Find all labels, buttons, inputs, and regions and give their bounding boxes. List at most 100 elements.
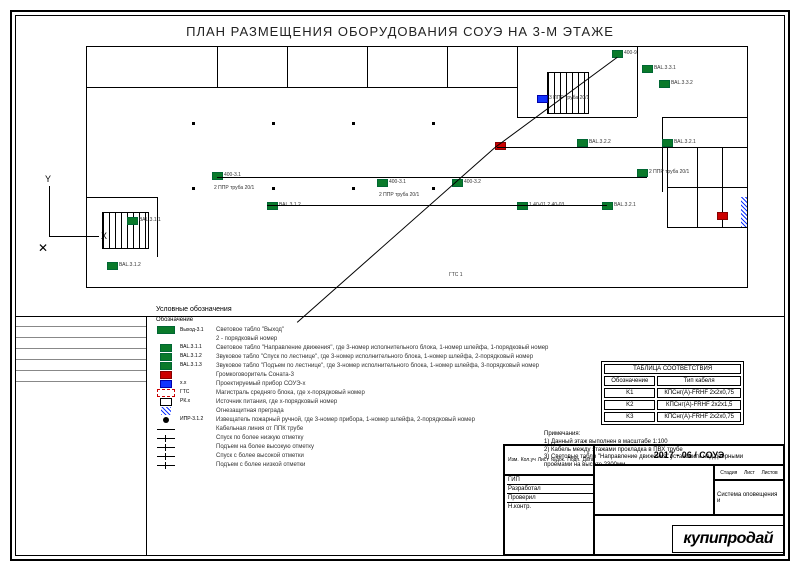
- device-icon: [212, 172, 223, 180]
- legend-symbol-icon: [156, 417, 176, 424]
- legend-code: Выход-3.1: [180, 328, 216, 334]
- legend-row: Громкоговоритель Соната-3: [156, 372, 548, 379]
- cable-line: [495, 57, 618, 148]
- device-label: ВАL.3.3.2: [671, 80, 693, 86]
- legend-row: Выход-3.1Световое табло "Выход": [156, 327, 548, 334]
- device-icon: [637, 169, 648, 177]
- legend-text: Магистраль средняго блока, где х-порядко…: [216, 390, 365, 397]
- legend-row: Кабельная линия от ППК трубе: [156, 426, 548, 433]
- system-name: Система оповещения и: [714, 480, 784, 515]
- legend-symbol-icon: [156, 381, 176, 388]
- table-row: K3КПСнг(А)-FRHF 2x2x0,75: [604, 412, 741, 422]
- device-icon: [107, 262, 118, 270]
- legend-symbol-icon: [156, 372, 176, 379]
- device-icon: [127, 217, 138, 225]
- legend-text: Спуск по более низкую отметку: [216, 435, 303, 442]
- device-icon: [377, 179, 388, 187]
- compliance-table: ТАБЛИЦА СООТВЕТСТВИЯ Обозначение Тип каб…: [601, 361, 744, 425]
- compliance-title: ТАБЛИЦА СООТВЕТСТВИЯ: [604, 364, 741, 374]
- cable-line: [267, 205, 607, 206]
- legend-symbol-icon: [156, 363, 176, 370]
- device-icon: [517, 202, 528, 210]
- compliance-header: Тип кабеля: [657, 376, 741, 386]
- legend-code: ВАL.3.1.3: [180, 363, 216, 369]
- plan-title: ПЛАН РАЗМЕЩЕНИЯ ОБОРУДОВАНИЯ СОУЭ НА 3-М…: [16, 24, 784, 39]
- revision-column: [16, 316, 146, 555]
- legend-text: Подъем с более низкой отметки: [216, 462, 305, 469]
- device-icon: [642, 65, 653, 73]
- device-icon: [662, 139, 673, 147]
- legend-text: Извещатель пожарный ручной, где 3-номер …: [216, 417, 475, 424]
- legend-row: ГТСМагистраль средняго блока, где х-поря…: [156, 390, 548, 397]
- legend-row: Подъем с более низкой отметки: [156, 462, 548, 469]
- device-icon: [602, 202, 613, 210]
- legend-header: Условные обозначения: [156, 306, 548, 314]
- device-label: ГТС 1: [449, 272, 463, 278]
- legend-code: РК.х: [180, 399, 216, 405]
- legend-text: Подъем на более высокую отметку: [216, 444, 314, 451]
- legend-row: 2 - порядковый номер: [156, 336, 548, 343]
- device-icon: [659, 80, 670, 88]
- legend-row: РК.хИсточник питания, где х-порядковый н…: [156, 399, 548, 406]
- legend-code: ИПР-3.1.2: [180, 417, 216, 423]
- floor-plan: 400-9ВАL.3.3.1ВАL.3.3.23 ППР труба 20/1В…: [86, 46, 748, 288]
- fire-barrier-icon: [741, 197, 747, 227]
- cable-line: [297, 147, 496, 323]
- legend-symbol-icon: [156, 462, 176, 469]
- axis-x-label: X: [101, 231, 107, 241]
- legend-text: Огнезащитная преграда: [216, 408, 284, 415]
- legend-row: Огнезащитная преграда: [156, 408, 548, 415]
- legend-symbol-icon: [156, 435, 176, 442]
- device-label: ВАL.3.2.1: [674, 139, 696, 145]
- device-label: ВАL.3.1.2: [119, 262, 141, 268]
- v-divider: [146, 316, 147, 555]
- device-label: ВАL.3.1.1: [139, 217, 161, 223]
- legend-symbol-icon: [156, 390, 176, 397]
- device-label: 400-9: [624, 50, 637, 56]
- device-label: 2 ППР труба 20/1: [214, 185, 254, 191]
- drawing-frame: ПЛАН РАЗМЕЩЕНИЯ ОБОРУДОВАНИЯ СОУЭ НА 3-М…: [15, 15, 785, 556]
- watermark: купипродай: [672, 525, 784, 553]
- legend-text: Источник питания, где х-порядковый номер: [216, 399, 337, 406]
- legend-symbol-icon: [156, 426, 176, 433]
- legend: Условные обозначения Обозначение Выход-3…: [156, 306, 548, 471]
- device-label: 400-3.2: [464, 179, 481, 185]
- legend-code: ВАL.3.1.1: [180, 345, 216, 351]
- device-icon: [577, 139, 588, 147]
- legend-symbol-icon: [156, 453, 176, 460]
- device-label: 2 ППР труба 20/1: [649, 169, 689, 175]
- legend-row: ВАL.3.1.2Звуковое табло "Спуск по лестни…: [156, 354, 548, 361]
- legend-text: Громкоговоритель Соната-3: [216, 372, 294, 379]
- cable-line: [217, 177, 647, 178]
- axis-y-label: Y: [45, 174, 51, 184]
- legend-symbol-icon: [156, 399, 176, 406]
- legend-row: ВАL.3.1.1Световое табло "Направление дви…: [156, 345, 548, 352]
- legend-row: х.хПроектируемый прибор СОУЭ-х: [156, 381, 548, 388]
- legend-symbol-icon: [156, 408, 176, 415]
- legend-row: Подъем на более высокую отметку: [156, 444, 548, 451]
- legend-row: Спуск по более низкую отметку: [156, 435, 548, 442]
- legend-row: ВАL.3.1.3Звуковое табло "Подъем по лестн…: [156, 363, 548, 370]
- legend-symbol-icon: [156, 444, 176, 451]
- legend-symbol-icon: [156, 345, 176, 352]
- legend-code: ВАL.3.1.2: [180, 354, 216, 360]
- drawing-sheet: ПЛАН РАЗМЕЩЕНИЯ ОБОРУДОВАНИЯ СОУЭ НА 3-М…: [10, 10, 790, 561]
- table-row: K1КПСнг(А)-FRHF 2x2x0,75: [604, 388, 741, 398]
- legend-code: ГТС: [180, 390, 216, 396]
- legend-code: х.х: [180, 381, 216, 387]
- device-label: 2 ППР труба 20/1: [379, 192, 419, 198]
- legend-text: Световое табло "Направление движения", г…: [216, 345, 548, 352]
- device-icon: [612, 50, 623, 58]
- legend-text: Световое табло "Выход": [216, 327, 284, 334]
- legend-text: Проектируемый прибор СОУЭ-х: [216, 381, 306, 388]
- device-icon: [537, 95, 548, 103]
- compliance-header: Обозначение: [604, 376, 655, 386]
- device-label: ВАL.3.2.2: [589, 139, 611, 145]
- notes-header: Примечания:: [544, 431, 744, 439]
- device-icon: [267, 202, 278, 210]
- cable-line: [497, 147, 667, 148]
- legend-col-label: Обозначение: [156, 317, 548, 324]
- legend-text: Звуковое табло "Подъем по лестнице", где…: [216, 363, 539, 370]
- table-row: K2КПСнг(А)-FRHF 2x2x1,5: [604, 400, 741, 410]
- project-code: 2017 - 06 / СОУЭ: [594, 445, 784, 465]
